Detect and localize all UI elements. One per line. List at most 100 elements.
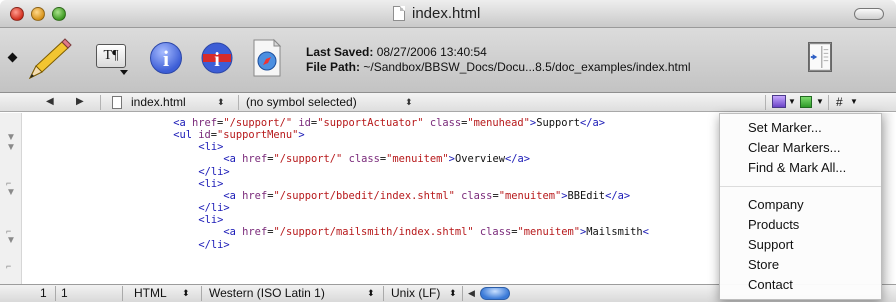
- code-line[interactable]: <ul id="supportMenu">: [173, 129, 304, 141]
- divider: [828, 95, 829, 110]
- code-token: Overview: [454, 153, 505, 166]
- menu-item-marker[interactable]: Products: [748, 216, 799, 233]
- zoom-window-button[interactable]: [52, 7, 66, 21]
- code-line[interactable]: <li>: [198, 214, 223, 226]
- encoding-popup[interactable]: Western (ISO Latin 1): [209, 285, 325, 302]
- fold-open-icon[interactable]: ▼: [6, 188, 16, 198]
- code-line[interactable]: </li>: [198, 239, 229, 251]
- include-menu-button[interactable]: [800, 96, 812, 108]
- code-token: <ul: [173, 129, 199, 142]
- menu-item-marker[interactable]: Contact: [748, 276, 793, 293]
- menu-item-marker[interactable]: Company: [748, 196, 804, 213]
- code-token: </li>: [198, 165, 230, 178]
- close-window-button[interactable]: [10, 7, 24, 21]
- function-popup[interactable]: (no symbol selected): [246, 93, 357, 112]
- code-token: </li>: [198, 238, 230, 251]
- code-token: <a: [173, 117, 193, 129]
- language-popup[interactable]: HTML: [134, 285, 167, 302]
- code-token: Support: [536, 117, 580, 129]
- toolbar-toggle-button[interactable]: [854, 8, 884, 20]
- menu-item-clear-markers[interactable]: Clear Markers...: [748, 139, 840, 156]
- last-saved-label: Last Saved:: [306, 45, 374, 59]
- vertical-scrollbar[interactable]: [880, 113, 896, 284]
- code-line[interactable]: <li>: [198, 178, 223, 190]
- code-token: "menuitem": [517, 226, 581, 239]
- fold-open-icon[interactable]: ▼: [6, 236, 16, 246]
- code-token: "menuhead": [467, 117, 530, 129]
- scroll-left-arrow-icon[interactable]: ◀: [468, 288, 475, 299]
- line-number: 1: [40, 286, 47, 300]
- file-path-label: File Path:: [306, 60, 361, 74]
- fold-open-icon[interactable]: ▼: [6, 143, 16, 153]
- minimize-window-button[interactable]: [31, 7, 45, 21]
- file-path-value[interactable]: ~/Sandbox/BBSW_Docs/Docu...8.5/doc_examp…: [363, 60, 690, 74]
- divider: [122, 286, 123, 301]
- divider: [765, 95, 766, 110]
- code-line[interactable]: <a href="/support/mailsmith/index.shtml"…: [223, 226, 648, 238]
- document-toolbar: T¶ i i Last Saved: 08/27/2006 13:40:54 F…: [0, 28, 896, 93]
- text-options-dropdown-icon[interactable]: [120, 70, 128, 75]
- code-token: "/support/": [223, 117, 293, 129]
- split-window-icon[interactable]: [808, 42, 832, 72]
- include-dropdown-icon[interactable]: ▼: [816, 93, 824, 112]
- language-arrows-icon[interactable]: ⬍: [182, 285, 190, 302]
- counterpart-dropdown-icon[interactable]: ▼: [850, 93, 858, 112]
- document-proxy-icon[interactable]: [393, 6, 405, 21]
- code-token: class: [479, 226, 512, 239]
- code-token: "/support/": [273, 153, 343, 166]
- code-token: "/support/mailsmith/index.shtml": [273, 226, 474, 239]
- encoding-arrows-icon[interactable]: ⬍: [367, 285, 375, 302]
- menu-item-set-marker[interactable]: Set Marker...: [748, 119, 822, 136]
- file-name-popup[interactable]: index.html: [131, 93, 186, 112]
- menu-item-find-mark-all[interactable]: Find & Mark All...: [748, 159, 846, 176]
- divider: [55, 286, 56, 301]
- svg-text:i: i: [214, 49, 220, 71]
- code-token: <a: [223, 153, 243, 166]
- preview-in-browser-icon[interactable]: [252, 38, 282, 78]
- code-token: </a>: [504, 153, 531, 166]
- fold-end-icon: ⌐: [6, 261, 12, 271]
- code-line[interactable]: </li>: [198, 202, 229, 214]
- fold-gutter: ▼ ▼ ⌐ ▼ ⌐ ▼ ⌐: [0, 113, 22, 284]
- code-token: >: [298, 129, 305, 142]
- code-token: <li>: [198, 177, 224, 190]
- code-token: "menuitem": [386, 153, 449, 166]
- horizontal-scroll-thumb[interactable]: [480, 287, 510, 300]
- marker-dropdown-icon[interactable]: ▼: [788, 93, 796, 112]
- counterpart-button[interactable]: #: [836, 93, 843, 111]
- code-token: "menuitem": [498, 189, 562, 202]
- code-token: href: [242, 226, 268, 239]
- code-line[interactable]: <a href="/support/bbedit/index.shtml" cl…: [223, 190, 630, 202]
- code-token: <a: [223, 226, 243, 239]
- pencil-icon[interactable]: [22, 38, 74, 82]
- column-number: 1: [61, 286, 68, 300]
- info-icon[interactable]: i: [150, 42, 182, 74]
- text-options-button[interactable]: T¶: [96, 44, 126, 68]
- code-line[interactable]: <a href="/support/" class="menuitem">Ove…: [223, 153, 530, 165]
- line-endings-popup[interactable]: Unix (LF): [391, 285, 440, 302]
- function-popup-arrows-icon[interactable]: ⬍: [405, 93, 413, 112]
- menu-item-marker[interactable]: Support: [748, 236, 794, 253]
- line-endings-arrows-icon[interactable]: ⬍: [449, 285, 457, 302]
- forward-arrow-icon[interactable]: ▶: [76, 93, 84, 112]
- code-token: class: [348, 153, 380, 166]
- function-info-icon[interactable]: i: [200, 41, 234, 75]
- window-title: index.html: [412, 5, 481, 22]
- code-token: <: [642, 226, 649, 239]
- code-token: class: [429, 117, 462, 129]
- code-token: "supportActuator": [317, 117, 424, 129]
- code-line[interactable]: <li>: [198, 141, 223, 153]
- menu-item-marker[interactable]: Store: [748, 256, 779, 273]
- marker-menu-button[interactable]: [772, 95, 786, 108]
- back-arrow-icon[interactable]: ◀: [46, 93, 54, 112]
- diamond-icon[interactable]: [7, 52, 18, 63]
- code-token: <a: [223, 189, 243, 202]
- divider: [100, 95, 101, 110]
- code-line[interactable]: </li>: [198, 166, 229, 178]
- code-token: id: [298, 117, 311, 129]
- code-line[interactable]: <a href="/support/" id="supportActuator"…: [173, 117, 605, 129]
- code-token: href: [242, 153, 268, 166]
- menu-separator: [720, 186, 881, 187]
- file-popup-arrows-icon[interactable]: ⬍: [217, 93, 225, 112]
- code-token: Mailsmith: [586, 226, 643, 239]
